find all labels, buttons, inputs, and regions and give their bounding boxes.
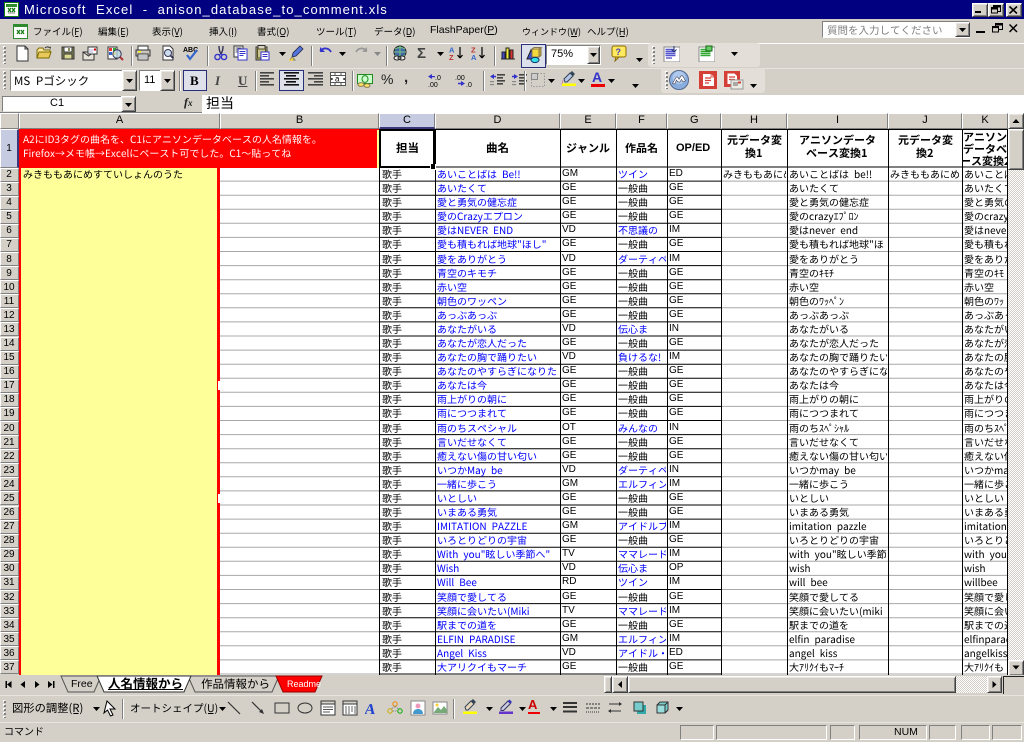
svg-text:A: A <box>365 702 377 717</box>
